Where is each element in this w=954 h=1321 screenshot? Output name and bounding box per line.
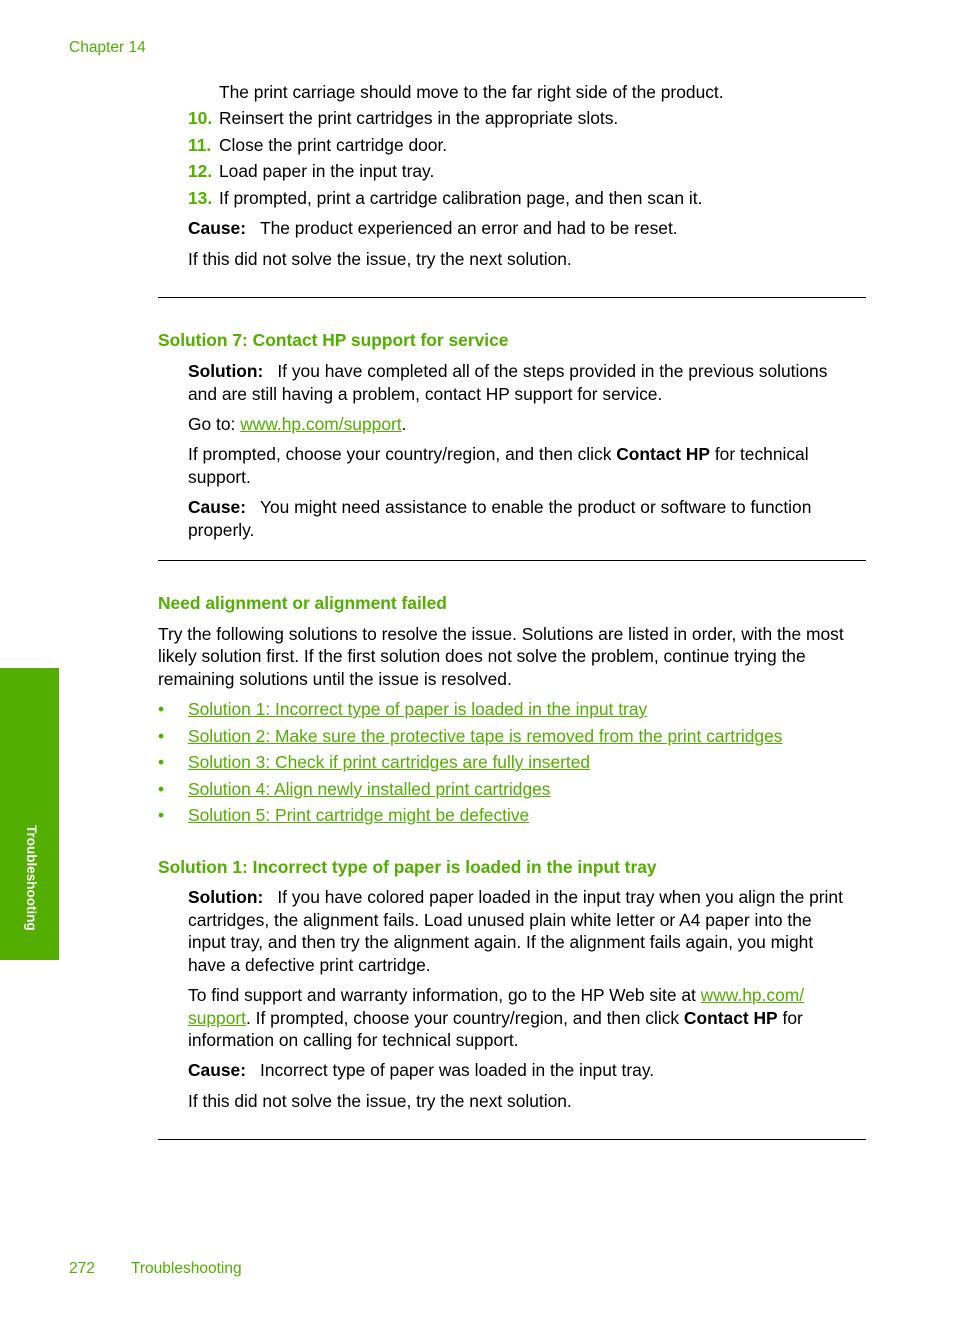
contact-hp-bold: Contact HP xyxy=(683,1008,778,1028)
side-section-tab-label: Troubleshooting xyxy=(24,825,39,931)
support-line1: To find support and warranty information… xyxy=(188,984,804,1007)
section-divider xyxy=(158,297,866,298)
prompt-text: If prompted, choose your country/region,… xyxy=(188,444,617,464)
alignment-intro-line1: Try the following solutions to resolve t… xyxy=(158,624,844,644)
hp-support-link[interactable]: www.hp.com/support xyxy=(240,414,401,434)
prompt-text: for technical xyxy=(709,444,809,464)
goto-paragraph: Go to: www.hp.com/support. xyxy=(188,413,406,436)
step-number: 13. xyxy=(188,188,213,208)
cause-paragraph: Cause: The product experienced an error a… xyxy=(188,217,678,240)
support-line3: information on calling for technical sup… xyxy=(188,1030,519,1050)
solution1-solution-line2: cartridges, the alignment fails. Load un… xyxy=(188,910,812,930)
section-divider xyxy=(158,560,866,561)
prompt-line2: support. xyxy=(188,467,251,487)
goto-prefix: Go to: xyxy=(188,414,241,434)
goto-suffix: . xyxy=(401,414,407,434)
solution7-solution-line1: Solution: If you have completed all of th… xyxy=(188,360,827,383)
cause-label: Cause: xyxy=(188,1060,246,1080)
alignment-heading: Need alignment or alignment failed xyxy=(158,593,447,613)
alignment-intro-line3: remaining solutions until the issue is r… xyxy=(158,669,512,689)
step-text: Reinsert the print cartridges in the app… xyxy=(219,108,619,128)
cause-label: Cause: xyxy=(188,218,246,238)
solution4-link[interactable]: Solution 4: Align newly installed print … xyxy=(188,778,551,801)
solution1-cause: Cause: Incorrect type of paper was loaded… xyxy=(188,1059,654,1082)
solution3-link[interactable]: Solution 3: Check if print cartridges ar… xyxy=(188,751,590,774)
next-solution-text: If this did not solve the issue, try the… xyxy=(188,249,572,269)
solution2-link[interactable]: Solution 2: Make sure the protective tap… xyxy=(188,725,782,748)
chapter-header: Chapter 14 xyxy=(69,39,146,56)
footer-section-label: Troubleshooting xyxy=(131,1260,242,1277)
solution-label: Solution: xyxy=(188,887,264,907)
support-text: To find support and warranty information… xyxy=(188,985,701,1005)
step-text: Close the print cartridge door. xyxy=(219,135,448,155)
bullet-icon: • xyxy=(158,805,165,825)
hp-support-link-part1[interactable]: www.hp.com/ xyxy=(701,985,804,1005)
solution1-solution-line1: Solution: If you have colored paper loade… xyxy=(188,886,843,909)
step-text: If prompted, print a cartridge calibrati… xyxy=(219,188,703,208)
bullet-icon: • xyxy=(158,699,165,719)
cause-text: You might need assistance to enable the … xyxy=(260,497,812,517)
solution7-cause-line2: properly. xyxy=(188,520,255,540)
solution-text: If you have completed all of the steps p… xyxy=(277,361,828,381)
section-divider xyxy=(158,1139,866,1140)
solution7-solution-line2: and are still having a problem, contact … xyxy=(188,384,663,404)
bullet-icon: • xyxy=(158,726,165,746)
support-line2: support. If prompted, choose your countr… xyxy=(188,1007,803,1030)
solution-label: Solution: xyxy=(188,361,264,381)
step-number: 10. xyxy=(188,108,213,128)
cause-label: Cause: xyxy=(188,497,246,517)
support-text: for xyxy=(777,1008,803,1028)
step-number: 12. xyxy=(188,161,213,181)
hp-support-link-part2[interactable]: support xyxy=(188,1008,246,1028)
solution1-heading: Solution 1: Incorrect type of paper is l… xyxy=(158,857,657,877)
solution1-solution-line3: input tray, and then try the alignment a… xyxy=(188,932,814,952)
step-text: Load paper in the input tray. xyxy=(219,161,435,181)
next-solution-text: If this did not solve the issue, try the… xyxy=(188,1091,572,1111)
bullet-icon: • xyxy=(158,779,165,799)
step-number: 11. xyxy=(188,135,212,155)
solution5-link[interactable]: Solution 5: Print cartridge might be def… xyxy=(188,804,529,827)
solution7-cause-line1: Cause: You might need assistance to enabl… xyxy=(188,496,811,519)
alignment-intro-line2: likely solution first. If the first solu… xyxy=(158,646,806,666)
cause-text: The product experienced an error and had… xyxy=(260,218,678,238)
solution1-link[interactable]: Solution 1: Incorrect type of paper is l… xyxy=(188,698,647,721)
bullet-icon: • xyxy=(158,752,165,772)
page-number: 272 xyxy=(69,1260,95,1277)
prompt-line1: If prompted, choose your country/region,… xyxy=(188,443,809,466)
cause-text: Incorrect type of paper was loaded in th… xyxy=(260,1060,655,1080)
continuation-text: The print carriage should move to the fa… xyxy=(219,82,724,102)
solution-text: If you have colored paper loaded in the … xyxy=(277,887,843,907)
contact-hp-bold: Contact HP xyxy=(616,444,710,464)
solution1-solution-line4: have a defective print cartridge. xyxy=(188,955,431,975)
support-text: . If prompted, choose your country/regio… xyxy=(246,1008,684,1028)
solution7-heading: Solution 7: Contact HP support for servi… xyxy=(158,330,509,350)
